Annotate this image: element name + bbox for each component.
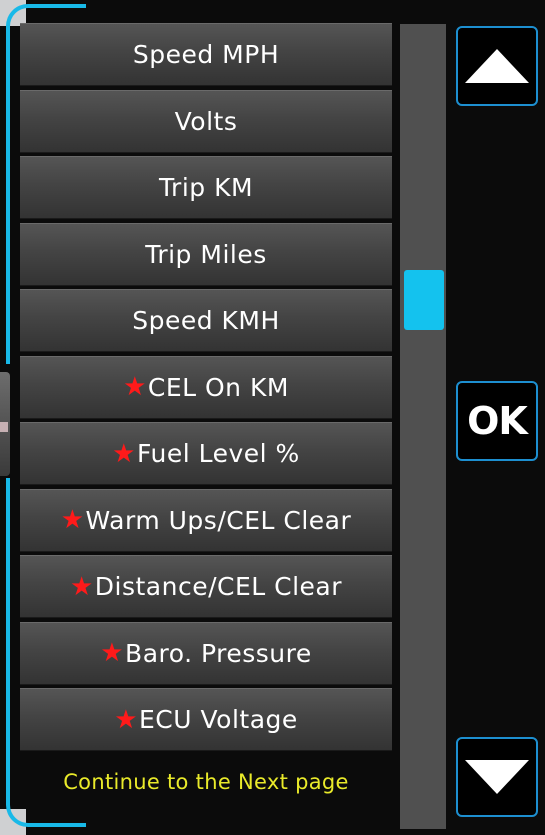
- scrollbar-track[interactable]: [400, 24, 446, 829]
- list-item[interactable]: ★ Distance/CEL Clear: [20, 555, 392, 618]
- list-item[interactable]: ★Volts: [20, 89, 392, 153]
- scroll-down-button[interactable]: [456, 737, 538, 817]
- list-item-label: Speed MPH: [132, 40, 280, 69]
- continue-next-page-link[interactable]: Continue to the Next page: [20, 770, 392, 794]
- scroll-up-button[interactable]: [456, 26, 538, 106]
- list-item[interactable]: ★ Warm Ups/CEL Clear: [20, 488, 392, 552]
- list-item[interactable]: ★Speed MPH: [20, 23, 392, 86]
- list-item[interactable]: ★ CEL On KM: [20, 355, 392, 419]
- edge-thumbnail: [0, 372, 10, 476]
- list-item-label: CEL On KM: [147, 372, 289, 402]
- list-item-label: Trip Miles: [145, 239, 267, 269]
- list-item-label: Fuel Level %: [136, 439, 300, 468]
- list-item-label: ECU Voltage: [139, 705, 298, 734]
- list-item-label: Volts: [174, 106, 238, 136]
- ok-label: OK: [467, 399, 528, 443]
- list-item[interactable]: ★ Baro. Pressure: [20, 621, 392, 685]
- gauge-option-list: ★Speed MPH ★Volts ★Trip KM ★Trip Miles ★…: [20, 23, 392, 755]
- list-item[interactable]: ★ Fuel Level %: [20, 422, 392, 485]
- star-icon: ★: [69, 571, 94, 602]
- star-icon: ★: [123, 372, 147, 402]
- list-item[interactable]: ★ ECU Voltage: [20, 688, 392, 751]
- list-item-label: Distance/CEL Clear: [94, 572, 343, 601]
- list-item-label: Trip KM: [158, 173, 254, 202]
- star-icon: ★: [100, 638, 125, 668]
- list-item-label: Speed KMH: [132, 306, 280, 335]
- list-item[interactable]: ★Speed KMH: [20, 289, 392, 352]
- scrollbar-thumb[interactable]: [404, 270, 444, 330]
- star-icon: ★: [114, 704, 139, 735]
- list-item[interactable]: ★Trip KM: [20, 156, 392, 219]
- list-item-label: Warm Ups/CEL Clear: [85, 505, 352, 535]
- ok-button[interactable]: OK: [456, 381, 538, 461]
- triangle-down-icon: [465, 760, 529, 794]
- star-icon: ★: [60, 505, 85, 535]
- list-item[interactable]: ★Trip Miles: [20, 222, 392, 286]
- star-icon: ★: [112, 438, 136, 469]
- triangle-up-icon: [465, 49, 529, 83]
- list-item-label: Baro. Pressure: [125, 638, 312, 668]
